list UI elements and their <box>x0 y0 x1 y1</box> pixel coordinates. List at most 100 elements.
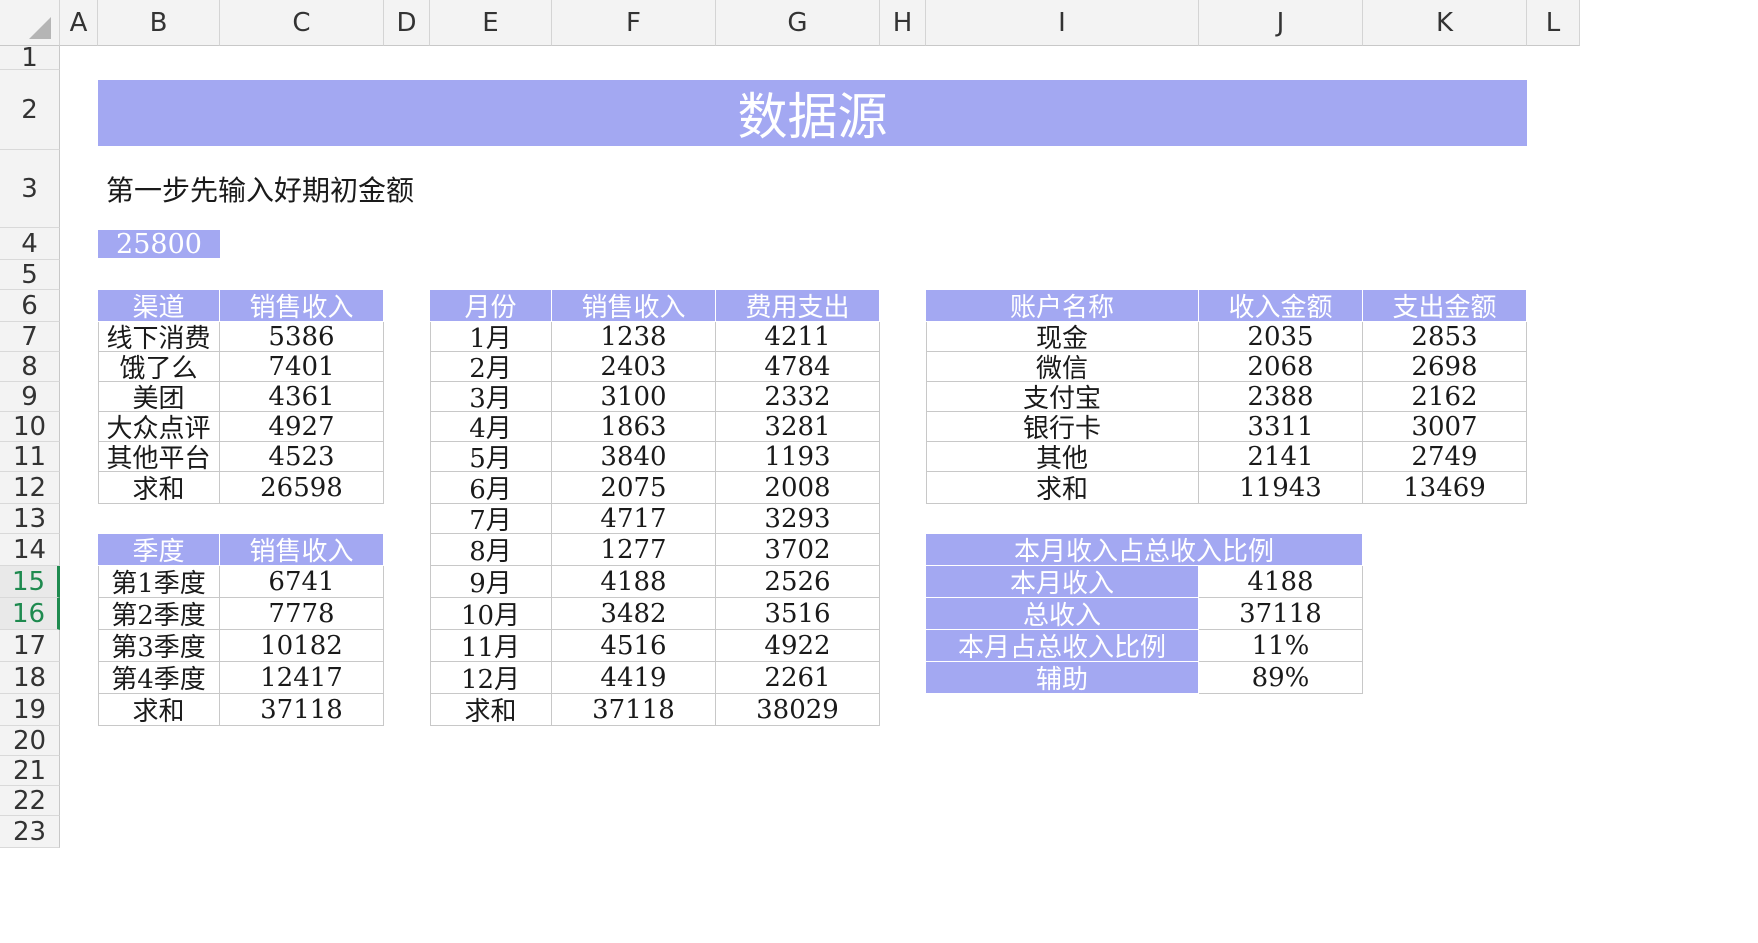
ratio-label-cell[interactable]: 总收入 <box>926 598 1199 630</box>
quarter-data-cell[interactable]: 6741 <box>220 566 384 598</box>
column-header-K[interactable]: K <box>1363 0 1527 46</box>
ratio-title-cell[interactable]: 本月收入占总收入比例 <box>926 534 1363 566</box>
channel-data-cell[interactable]: 4361 <box>220 382 384 412</box>
account-header-cell[interactable]: 收入金额 <box>1199 290 1363 322</box>
account-data-cell[interactable]: 求和 <box>926 472 1199 504</box>
month-data-cell[interactable]: 11月 <box>430 630 552 662</box>
month-data-cell[interactable]: 1238 <box>552 322 716 352</box>
account-data-cell[interactable]: 现金 <box>926 322 1199 352</box>
quarter-data-cell[interactable]: 12417 <box>220 662 384 694</box>
account-data-cell[interactable]: 2162 <box>1363 382 1527 412</box>
row-header-7[interactable]: 7 <box>0 322 60 352</box>
month-data-cell[interactable]: 1277 <box>552 534 716 566</box>
column-header-I[interactable]: I <box>926 0 1199 46</box>
row-header-9[interactable]: 9 <box>0 382 60 412</box>
account-header-cell[interactable]: 支出金额 <box>1363 290 1527 322</box>
quarter-data-cell[interactable]: 第3季度 <box>98 630 220 662</box>
month-data-cell[interactable]: 3100 <box>552 382 716 412</box>
account-data-cell[interactable]: 2749 <box>1363 442 1527 472</box>
row-header-13[interactable]: 13 <box>0 504 60 534</box>
channel-data-cell[interactable]: 26598 <box>220 472 384 504</box>
month-data-cell[interactable]: 5月 <box>430 442 552 472</box>
account-data-cell[interactable]: 2698 <box>1363 352 1527 382</box>
channel-data-cell[interactable]: 4927 <box>220 412 384 442</box>
account-header-cell[interactable]: 账户名称 <box>926 290 1199 322</box>
channel-data-cell[interactable]: 美团 <box>98 382 220 412</box>
month-data-cell[interactable]: 2008 <box>716 472 880 504</box>
row-header-18[interactable]: 18 <box>0 662 60 694</box>
column-header-H[interactable]: H <box>880 0 926 46</box>
row-header-6[interactable]: 6 <box>0 290 60 322</box>
row-header-2[interactable]: 2 <box>0 70 60 150</box>
column-header-F[interactable]: F <box>552 0 716 46</box>
ratio-label-cell[interactable]: 本月占总收入比例 <box>926 630 1199 662</box>
channel-data-cell[interactable]: 5386 <box>220 322 384 352</box>
ratio-value-cell[interactable]: 11% <box>1199 630 1363 662</box>
account-data-cell[interactable]: 银行卡 <box>926 412 1199 442</box>
month-data-cell[interactable]: 2526 <box>716 566 880 598</box>
month-header-cell[interactable]: 月份 <box>430 290 552 322</box>
channel-data-cell[interactable]: 饿了么 <box>98 352 220 382</box>
row-header-1[interactable]: 1 <box>0 43 60 73</box>
account-data-cell[interactable]: 2388 <box>1199 382 1363 412</box>
column-header-J[interactable]: J <box>1199 0 1363 46</box>
row-header-14[interactable]: 14 <box>0 534 60 566</box>
quarter-data-cell[interactable]: 第1季度 <box>98 566 220 598</box>
account-data-cell[interactable]: 11943 <box>1199 472 1363 504</box>
column-header-E[interactable]: E <box>430 0 552 46</box>
quarter-data-cell[interactable]: 第2季度 <box>98 598 220 630</box>
row-header-4[interactable]: 4 <box>0 228 60 260</box>
channel-data-cell[interactable]: 线下消费 <box>98 322 220 352</box>
month-data-cell[interactable]: 9月 <box>430 566 552 598</box>
row-header-3[interactable]: 3 <box>0 150 60 228</box>
column-header-D[interactable]: D <box>384 0 430 46</box>
month-data-cell[interactable]: 2月 <box>430 352 552 382</box>
month-data-cell[interactable]: 2403 <box>552 352 716 382</box>
channel-data-cell[interactable]: 4523 <box>220 442 384 472</box>
account-data-cell[interactable]: 2035 <box>1199 322 1363 352</box>
month-data-cell[interactable]: 求和 <box>430 694 552 726</box>
column-header-A[interactable]: A <box>60 0 98 46</box>
quarter-data-cell[interactable]: 求和 <box>98 694 220 726</box>
month-data-cell[interactable]: 4211 <box>716 322 880 352</box>
month-data-cell[interactable]: 4516 <box>552 630 716 662</box>
account-data-cell[interactable]: 其他 <box>926 442 1199 472</box>
instruction-note[interactable]: 第一步先输入好期初金额 <box>106 150 724 228</box>
month-data-cell[interactable]: 4188 <box>552 566 716 598</box>
month-data-cell[interactable]: 8月 <box>430 534 552 566</box>
account-data-cell[interactable]: 2141 <box>1199 442 1363 472</box>
initial-amount-cell[interactable]: 25800 <box>98 229 220 260</box>
column-header-G[interactable]: G <box>716 0 880 46</box>
month-header-cell[interactable]: 销售收入 <box>552 290 716 322</box>
month-data-cell[interactable]: 1863 <box>552 412 716 442</box>
channel-data-cell[interactable]: 大众点评 <box>98 412 220 442</box>
row-header-8[interactable]: 8 <box>0 352 60 382</box>
channel-data-cell[interactable]: 7401 <box>220 352 384 382</box>
quarter-data-cell[interactable]: 10182 <box>220 630 384 662</box>
account-data-cell[interactable]: 3311 <box>1199 412 1363 442</box>
month-data-cell[interactable]: 4922 <box>716 630 880 662</box>
account-data-cell[interactable]: 3007 <box>1363 412 1527 442</box>
ratio-label-cell[interactable]: 本月收入 <box>926 566 1199 598</box>
month-data-cell[interactable]: 10月 <box>430 598 552 630</box>
quarter-data-cell[interactable]: 第4季度 <box>98 662 220 694</box>
row-header-5[interactable]: 5 <box>0 260 60 290</box>
title-banner[interactable]: 数据源 <box>98 80 1527 146</box>
month-data-cell[interactable]: 4419 <box>552 662 716 694</box>
column-header-B[interactable]: B <box>98 0 220 46</box>
month-data-cell[interactable]: 3516 <box>716 598 880 630</box>
row-header-23[interactable]: 23 <box>0 816 60 848</box>
month-data-cell[interactable]: 3840 <box>552 442 716 472</box>
month-data-cell[interactable]: 4784 <box>716 352 880 382</box>
row-header-11[interactable]: 11 <box>0 442 60 472</box>
month-data-cell[interactable]: 4717 <box>552 504 716 534</box>
month-data-cell[interactable]: 7月 <box>430 504 552 534</box>
month-data-cell[interactable]: 1193 <box>716 442 880 472</box>
quarter-data-cell[interactable]: 7778 <box>220 598 384 630</box>
channel-data-cell[interactable]: 求和 <box>98 472 220 504</box>
month-data-cell[interactable]: 4月 <box>430 412 552 442</box>
month-data-cell[interactable]: 3482 <box>552 598 716 630</box>
account-data-cell[interactable]: 2853 <box>1363 322 1527 352</box>
account-data-cell[interactable]: 支付宝 <box>926 382 1199 412</box>
month-data-cell[interactable]: 3月 <box>430 382 552 412</box>
